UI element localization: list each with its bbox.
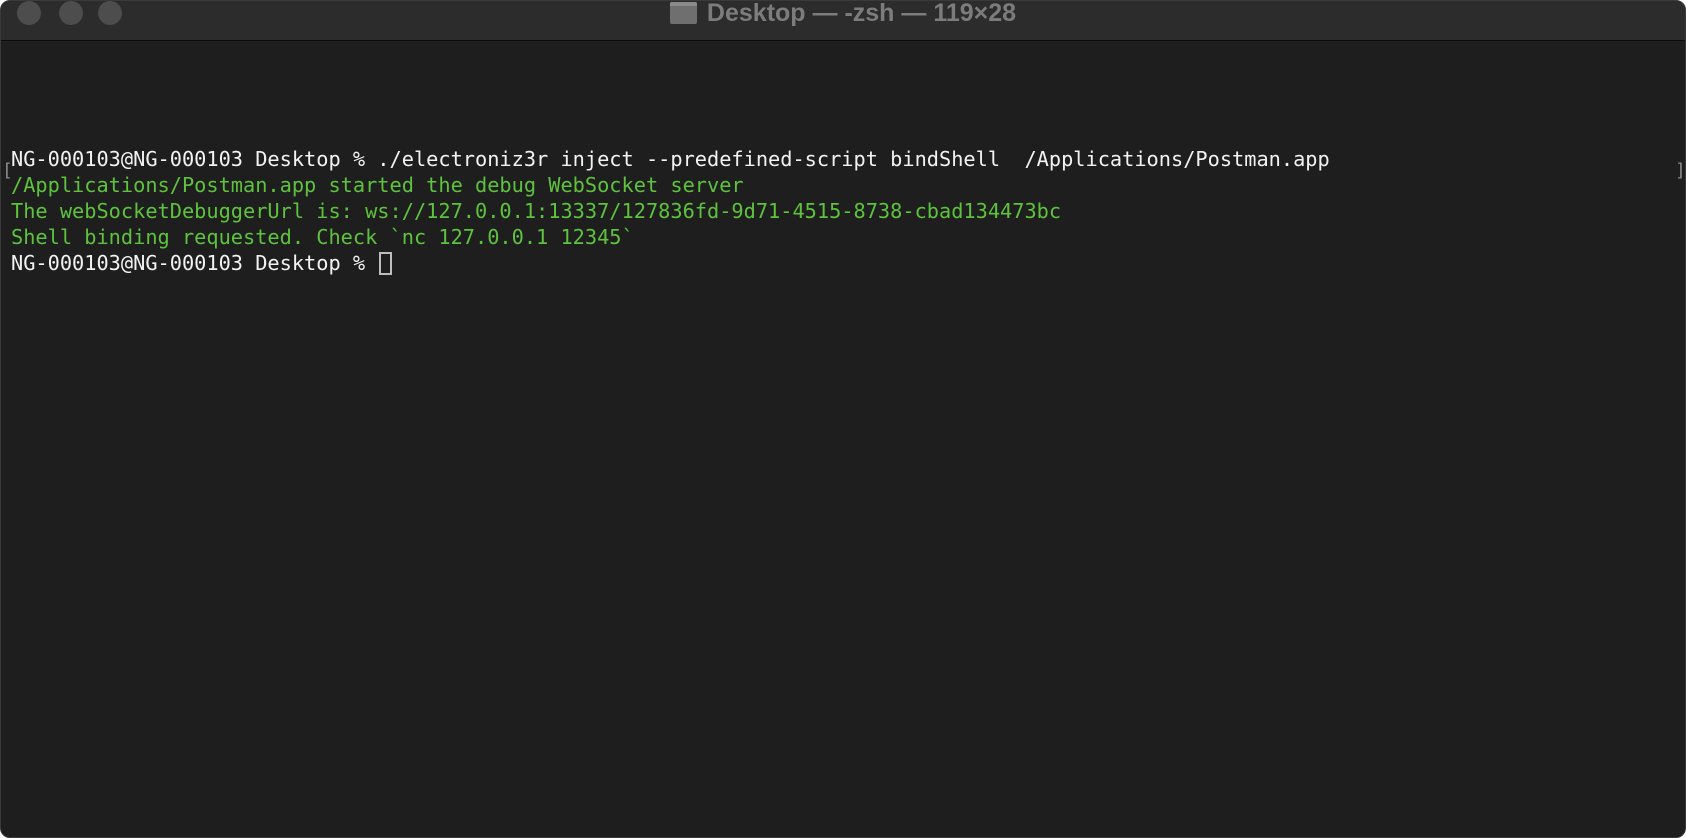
window-title: Desktop — -zsh — 119×28 — [706, 0, 1017, 27]
terminal-window: Desktop — -zsh — 119×28 [ ] NG-000103@NG… — [0, 0, 1686, 838]
terminal-content[interactable]: [ ] NG-000103@NG-000103 Desktop % ./elec… — [1, 41, 1686, 837]
terminal-line-output-2: The webSocketDebuggerUrl is: ws://127.0.… — [11, 199, 1062, 223]
terminal-line-output-3: Shell binding requested. Check `nc 127.0… — [11, 225, 634, 249]
terminal-line-output-1: /Applications/Postman.app started the de… — [11, 173, 744, 197]
terminal-line-prompt[interactable]: NG-000103@NG-000103 Desktop % — [11, 250, 393, 276]
title-bar[interactable]: Desktop — -zsh — 119×28 — [1, 1, 1685, 41]
mark-bracket-right: ] — [1675, 160, 1686, 181]
prompt-text: NG-000103@NG-000103 Desktop % — [11, 251, 378, 275]
text-cursor — [379, 252, 393, 275]
folder-icon — [669, 2, 697, 24]
window-title-group: Desktop — -zsh — 119×28 — [1, 0, 1685, 29]
terminal-line-command: NG-000103@NG-000103 Desktop % ./electron… — [11, 147, 1330, 171]
